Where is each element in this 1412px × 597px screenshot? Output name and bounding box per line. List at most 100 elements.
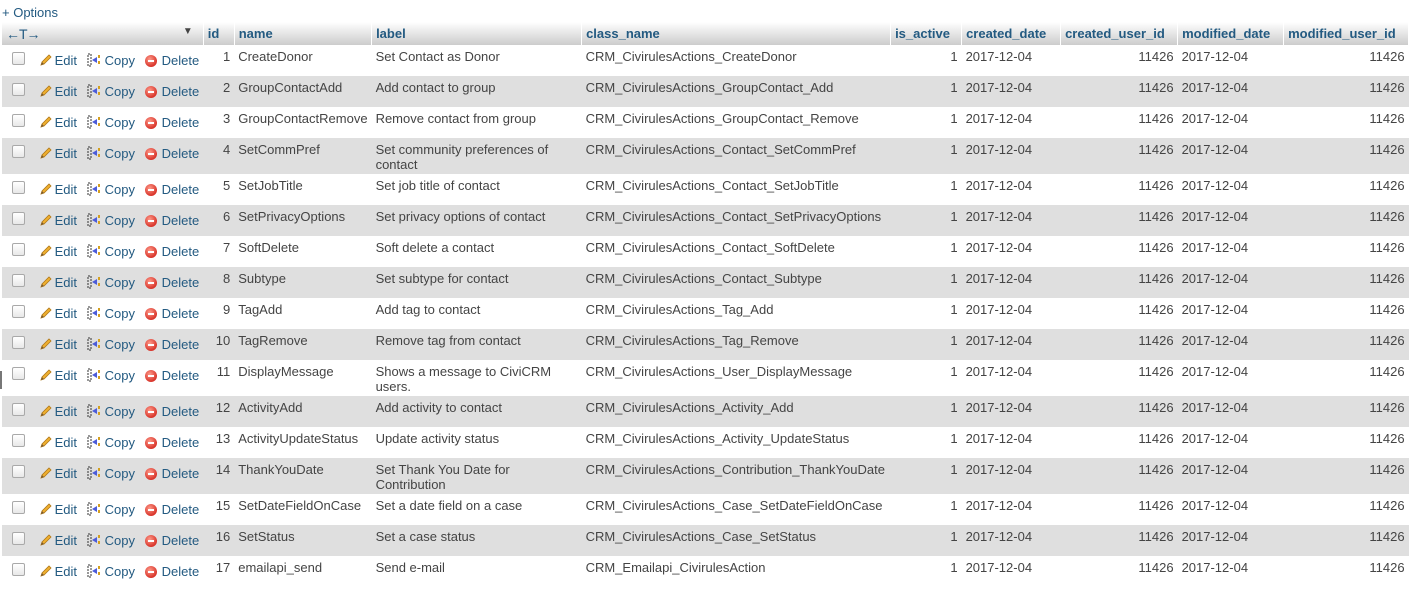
copy-label[interactable]: Copy [105,564,135,579]
cell-label[interactable]: Remove contact from group [372,107,582,138]
cell-label[interactable]: Remove tag from contact [371,329,582,360]
cell-class-name[interactable]: CRM_CivirulesActions_Tag_Add [582,298,891,329]
cell-class-name[interactable]: CRM_CivirulesActions_Contact_Subtype [581,267,891,298]
cell-is-active[interactable]: 1 [891,427,962,458]
delete-label[interactable]: Delete [162,564,200,579]
cell-modified-user-id[interactable]: 11426 [1283,329,1409,360]
cell-modified-user-id[interactable]: 11426 [1283,267,1409,298]
edit-label[interactable]: Edit [55,244,77,259]
edit-label[interactable]: Edit [55,115,77,130]
cell-modified-user-id[interactable]: 11426 [1283,458,1409,494]
copy-link[interactable]: Copy [87,404,139,419]
delete-label[interactable]: Delete [162,182,200,197]
copy-label[interactable]: Copy [105,466,135,481]
delete-link[interactable]: Delete [144,564,200,579]
edit-link[interactable]: Edit [39,306,81,321]
edit-label[interactable]: Edit [55,146,77,161]
edit-link[interactable]: Edit [39,368,81,383]
row-checkbox[interactable] [12,52,25,65]
delete-label[interactable]: Delete [162,53,200,68]
delete-link[interactable]: Delete [144,182,200,197]
column-header-label[interactable]: label [371,22,583,45]
edit-label[interactable]: Edit [55,182,77,197]
cell-is-active[interactable]: 1 [891,107,962,138]
delete-label[interactable]: Delete [162,115,200,130]
cell-label[interactable]: Shows a message to CiviCRM users. [372,360,582,396]
cell-created-date[interactable]: 2017-12-04 [962,174,1061,205]
edit-link[interactable]: Edit [39,564,81,579]
cell-name[interactable]: SetPrivacyOptions [234,205,372,236]
cell-is-active[interactable]: 1 [890,138,962,174]
cell-label[interactable]: Send e-mail [372,556,582,587]
edit-link[interactable]: Edit [39,213,81,228]
cell-created-date[interactable]: 2017-12-04 [961,205,1061,236]
cell-modified-user-id[interactable]: 11426 [1283,205,1409,236]
cell-modified-date[interactable]: 2017-12-04 [1177,138,1284,174]
copy-link[interactable]: Copy [87,564,139,579]
cell-created-user-id[interactable]: 11426 [1061,360,1178,396]
edit-link[interactable]: Edit [39,337,81,352]
cell-class-name[interactable]: CRM_CivirulesActions_Contact_SetPrivacyO… [581,205,891,236]
cell-created-date[interactable]: 2017-12-04 [961,138,1061,174]
cell-created-user-id[interactable]: 11426 [1060,205,1178,236]
copy-label[interactable]: Copy [105,306,135,321]
edit-link[interactable]: Edit [39,244,81,259]
edit-link[interactable]: Edit [39,115,81,130]
cell-modified-user-id[interactable]: 11426 [1284,174,1409,205]
cell-label[interactable]: Set Contact as Donor [372,45,582,76]
cell-name[interactable]: SetStatus [234,525,372,556]
cell-is-active[interactable]: 1 [890,458,962,494]
cell-created-user-id[interactable]: 11426 [1061,174,1178,205]
row-checkbox[interactable] [12,403,25,416]
delete-link[interactable]: Delete [144,337,199,352]
copy-link[interactable]: Copy [87,115,139,130]
delete-label[interactable]: Delete [162,275,200,290]
copy-link[interactable]: Copy [87,368,139,383]
edit-label[interactable]: Edit [55,53,77,68]
copy-link[interactable]: Copy [87,146,139,161]
cell-name[interactable]: Subtype [234,267,372,298]
cell-created-date[interactable]: 2017-12-04 [961,267,1061,298]
copy-link[interactable]: Copy [87,337,139,352]
sort-dropdown-icon[interactable]: ▼ [183,26,193,37]
delete-link[interactable]: Delete [144,435,199,450]
cell-created-user-id[interactable]: 11426 [1060,458,1178,494]
row-checkbox[interactable] [12,532,25,545]
column-header-modified-date[interactable]: modified_date [1177,22,1285,45]
cell-class-name[interactable]: CRM_CivirulesActions_GroupContact_Add [581,76,891,107]
cell-name[interactable]: ThankYouDate [234,458,372,494]
cell-created-date[interactable]: 2017-12-04 [961,525,1061,556]
cell-class-name[interactable]: CRM_CivirulesActions_GroupContact_Remove [582,107,891,138]
copy-link[interactable]: Copy [87,244,139,259]
column-header-is-active[interactable]: is_active [890,22,963,45]
cell-modified-user-id[interactable]: 11426 [1283,138,1409,174]
copy-label[interactable]: Copy [105,275,135,290]
cell-class-name[interactable]: CRM_CivirulesActions_Contact_SetCommPref [581,138,891,174]
cell-created-date[interactable]: 2017-12-04 [962,45,1061,76]
edit-label[interactable]: Edit [55,404,77,419]
cell-modified-date[interactable]: 2017-12-04 [1178,556,1284,587]
delete-link[interactable]: Delete [144,244,199,259]
cell-created-date[interactable]: 2017-12-04 [961,396,1061,427]
cell-is-active[interactable]: 1 [891,45,962,76]
delete-label[interactable]: Delete [162,502,200,517]
cell-created-user-id[interactable]: 11426 [1060,329,1178,360]
cell-name[interactable]: ActivityAdd [234,396,372,427]
edit-link[interactable]: Edit [39,502,81,517]
cell-name[interactable]: CreateDonor [234,45,371,76]
row-checkbox[interactable] [12,181,25,194]
cell-name[interactable]: emailapi_send [234,556,371,587]
row-checkbox[interactable] [12,465,25,478]
cell-modified-user-id[interactable]: 11426 [1283,396,1409,427]
edit-label[interactable]: Edit [55,337,77,352]
edit-link[interactable]: Edit [39,146,81,161]
cell-modified-date[interactable]: 2017-12-04 [1178,494,1284,525]
cell-modified-user-id[interactable]: 11426 [1284,236,1409,267]
cell-created-user-id[interactable]: 11426 [1060,396,1178,427]
delete-label[interactable]: Delete [162,146,200,161]
cell-created-user-id[interactable]: 11426 [1060,76,1178,107]
delete-label[interactable]: Delete [162,404,200,419]
copy-label[interactable]: Copy [105,182,135,197]
delete-label[interactable]: Delete [162,368,200,383]
cell-name[interactable]: GroupContactAdd [234,76,372,107]
